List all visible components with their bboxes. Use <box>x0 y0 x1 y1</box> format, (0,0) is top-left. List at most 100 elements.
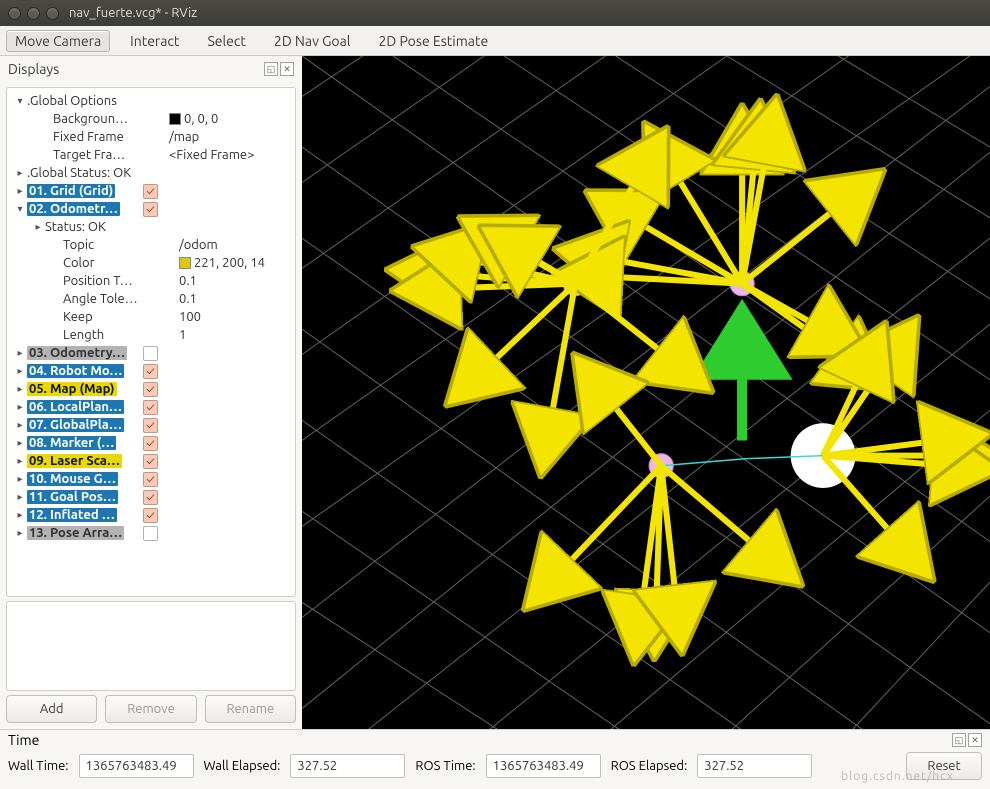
visibility-checkbox[interactable]: ✓ <box>143 472 158 487</box>
window-title: nav_fuerte.vcg* - RViz <box>69 6 197 20</box>
expand-icon[interactable]: ▸ <box>15 401 25 413</box>
tool-select[interactable]: Select <box>199 31 253 51</box>
panel-float-icon[interactable]: ◱ <box>264 62 278 76</box>
prop-background-value[interactable]: 0, 0, 0 <box>169 112 291 126</box>
display-property-status[interactable]: ▸Status: OK <box>11 218 291 236</box>
display-item[interactable]: ▾02. Odometr… ✓ <box>11 200 291 218</box>
display-item-label: 04. Robot Mo… <box>27 364 124 378</box>
display-item[interactable]: ▸08. Marker (… ✓ <box>11 434 291 452</box>
tool-interact[interactable]: Interact <box>122 31 187 51</box>
expand-icon[interactable]: ▸ <box>15 383 25 395</box>
visibility-checkbox[interactable]: ✓ <box>143 346 158 361</box>
display-item-label: 06. LocalPlan… <box>27 400 124 414</box>
visibility-checkbox[interactable]: ✓ <box>143 526 158 541</box>
maximize-icon[interactable] <box>46 7 59 20</box>
display-property-angle[interactable]: Angle Tole…0.1 <box>11 290 291 308</box>
display-item[interactable]: ▸01. Grid (Grid) ✓ <box>11 182 291 200</box>
global-options-label[interactable]: .Global Options <box>25 94 291 108</box>
visibility-checkbox[interactable]: ✓ <box>143 382 158 397</box>
display-item[interactable]: ▸07. GlobalPla… ✓ <box>11 416 291 434</box>
display-item-label: 10. Mouse G… <box>27 472 118 486</box>
expand-icon[interactable]: ▸ <box>15 491 25 503</box>
display-item[interactable]: ▸10. Mouse G… ✓ <box>11 470 291 488</box>
displays-title: Displays <box>8 61 59 77</box>
expand-icon[interactable]: ▸ <box>15 185 25 197</box>
add-button[interactable]: Add <box>6 695 97 723</box>
expand-icon[interactable]: ▸ <box>15 347 25 359</box>
visibility-checkbox[interactable]: ✓ <box>143 490 158 505</box>
visibility-checkbox[interactable]: ✓ <box>143 508 158 523</box>
reset-button[interactable]: Reset <box>906 752 982 780</box>
display-item[interactable]: ▸03. Odometry…✓ <box>11 344 291 362</box>
prop-fixed-frame-label: Fixed Frame <box>51 130 169 144</box>
panel-close-icon[interactable]: ✕ <box>968 733 982 747</box>
wall-elapsed-input[interactable] <box>290 754 405 778</box>
global-status-label[interactable]: .Global Status: OK <box>25 166 291 180</box>
wall-elapsed-label: Wall Elapsed: <box>204 759 281 773</box>
wall-time-input[interactable] <box>79 754 194 778</box>
expand-icon[interactable]: ▸ <box>15 509 25 521</box>
tool-2d-nav-goal[interactable]: 2D Nav Goal <box>266 31 359 51</box>
expand-icon[interactable]: ▸ <box>15 437 25 449</box>
visibility-checkbox[interactable]: ✓ <box>143 202 158 217</box>
visibility-checkbox[interactable]: ✓ <box>143 436 158 451</box>
visibility-checkbox[interactable]: ✓ <box>143 184 158 199</box>
rename-button[interactable]: Rename <box>205 695 296 723</box>
visibility-checkbox[interactable]: ✓ <box>143 400 158 415</box>
expand-icon[interactable]: ▸ <box>15 419 25 431</box>
prop-fixed-frame-value[interactable]: /map <box>169 130 291 144</box>
ros-time-input[interactable] <box>486 754 601 778</box>
display-item[interactable]: ▸09. Laser Sca…✓ <box>11 452 291 470</box>
display-property-keep[interactable]: Keep100 <box>11 308 291 326</box>
expand-icon[interactable]: ▸ <box>15 455 25 467</box>
expand-icon[interactable]: ▾ <box>15 95 25 107</box>
visibility-checkbox[interactable]: ✓ <box>143 454 158 469</box>
panel-float-icon[interactable]: ◱ <box>952 733 966 747</box>
minimize-icon[interactable] <box>27 7 40 20</box>
window-titlebar: nav_fuerte.vcg* - RViz <box>0 0 990 26</box>
display-item[interactable]: ▸06. LocalPlan… ✓ <box>11 398 291 416</box>
description-box <box>6 601 296 691</box>
prop-background-label: Backgroun… <box>51 112 169 126</box>
odometry-arrows <box>439 147 950 612</box>
display-item-label: 08. Marker (… <box>27 436 116 450</box>
display-property-position[interactable]: Position T…0.1 <box>11 272 291 290</box>
expand-icon[interactable]: ▸ <box>15 365 25 377</box>
display-item[interactable]: ▸05. Map (Map) ✓ <box>11 380 291 398</box>
display-item-label: 12. Inflated … <box>27 508 117 522</box>
prop-target-frame-value[interactable]: <Fixed Frame> <box>169 148 291 162</box>
visibility-checkbox[interactable]: ✓ <box>143 364 158 379</box>
display-item[interactable]: ▸13. Pose Arra…✓ <box>11 524 291 542</box>
color-swatch-icon <box>169 113 181 125</box>
3d-view[interactable] <box>302 56 990 729</box>
ros-elapsed-input[interactable] <box>697 754 812 778</box>
panel-close-icon[interactable]: ✕ <box>280 62 294 76</box>
visibility-checkbox[interactable]: ✓ <box>143 418 158 433</box>
display-item[interactable]: ▸12. Inflated … ✓ <box>11 506 291 524</box>
display-item-label: 07. GlobalPla… <box>27 418 124 432</box>
display-item[interactable]: ▸04. Robot Mo… ✓ <box>11 362 291 380</box>
color-swatch-icon <box>179 257 191 269</box>
remove-button[interactable]: Remove <box>105 695 196 723</box>
display-item-label: 02. Odometr… <box>27 202 120 216</box>
expand-icon[interactable]: ▾ <box>15 203 25 215</box>
close-icon[interactable] <box>8 7 21 20</box>
display-item-label: 05. Map (Map) <box>27 382 117 396</box>
time-title: Time <box>8 732 39 748</box>
display-item-label: 11. Goal Pos… <box>27 490 118 504</box>
tool-move-camera[interactable]: Move Camera <box>6 30 110 52</box>
display-item[interactable]: ▸11. Goal Pos… ✓ <box>11 488 291 506</box>
prop-target-frame-label: Target Fra… <box>51 148 169 162</box>
display-property-color[interactable]: Color221, 200, 14 <box>11 254 291 272</box>
expand-icon[interactable]: ▸ <box>15 473 25 485</box>
expand-icon[interactable]: ▸ <box>15 527 25 539</box>
display-property-topic[interactable]: Topic/odom <box>11 236 291 254</box>
display-item-label: 01. Grid (Grid) <box>27 184 115 198</box>
expand-icon[interactable]: ▸ <box>15 167 25 179</box>
display-property-length[interactable]: Length1 <box>11 326 291 344</box>
wall-time-label: Wall Time: <box>8 759 69 773</box>
ros-time-label: ROS Time: <box>415 759 475 773</box>
time-panel: Time ◱ ✕ Wall Time: Wall Elapsed: ROS Ti… <box>0 729 990 789</box>
displays-tree[interactable]: ▾ .Global Options Backgroun… 0, 0, 0 Fix… <box>6 87 296 597</box>
tool-2d-pose-estimate[interactable]: 2D Pose Estimate <box>370 31 496 51</box>
